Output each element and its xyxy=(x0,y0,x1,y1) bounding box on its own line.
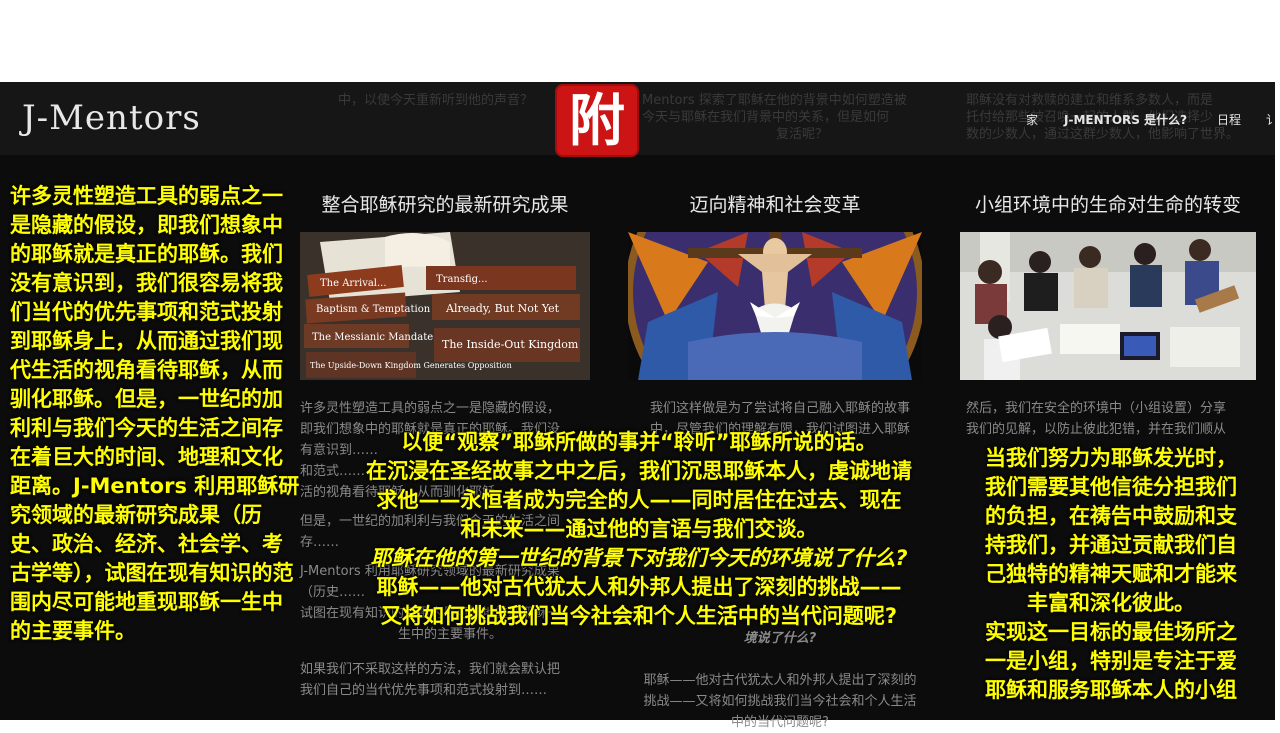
card-label: Baptism & Temptation xyxy=(316,304,431,315)
overlay-center-text: 以便“观察”耶稣所做的事并“聆听”耶稣所说的话。 在沉浸在圣经故事之中之后，我们… xyxy=(318,428,960,631)
small-group-illustration xyxy=(960,232,1256,380)
ghost-text: 耶稣没有对救赎的建立和维系多数人，而是 xyxy=(966,93,1214,108)
small-group-photo xyxy=(960,232,1256,380)
ghost-text: 复活呢？ xyxy=(776,127,829,142)
overlay-left-text: 许多灵性塑造工具的弱点之一是隐藏的假设，即我们想象中的耶稣就是真正的耶稣。我们没… xyxy=(10,184,300,643)
column-title-transformation: 迈向精神和社会变革 xyxy=(689,194,861,216)
cards-photo: The Arrival... Baptism & Temptation The … xyxy=(300,232,590,380)
menu-item-about[interactable]: J-MENTORS 是什么? xyxy=(1064,111,1187,128)
overlay-center-question: 耶稣在他的第一世纪的背景下对我们今天的环境说了什么? xyxy=(370,546,908,570)
overlay-right-text: 当我们努力为耶稣发光时， 我们需要其他信徒分担我们 的负担，在祷告中鼓励和支 持… xyxy=(985,446,1237,702)
top-margin xyxy=(0,0,1280,82)
column-title-small-group: 小组环境中的生命对生命的转变 xyxy=(974,194,1241,216)
card-label: The Upside-Down Kingdom Generates Opposi… xyxy=(310,361,512,370)
ghost-text: 数的少数人，通过这群少数人，他影响了世界。 xyxy=(966,127,1240,142)
card-label: The Messianic Mandate xyxy=(312,332,433,343)
column-body-small-group: 然后，我们在安全的环境中（小组设置）分享 我们的见解，以防止彼此犯错，并在我们顺… xyxy=(966,401,1227,437)
menu-item-schedule[interactable]: 日程 xyxy=(1217,111,1241,128)
stained-glass-photo xyxy=(628,232,922,380)
card-label: The Inside-Out Kingdom xyxy=(442,338,579,351)
ghost-text: Mentors 探索了耶稣在他的背景中如何塑造被 xyxy=(642,93,907,108)
menu-item-home[interactable]: 家 xyxy=(1026,111,1038,128)
card-label: Already, But Not Yet xyxy=(445,302,560,315)
stained-glass-illustration xyxy=(628,232,922,380)
column-title-research: 整合耶稣研究的最新研究成果 xyxy=(321,194,569,216)
ghost-text: 中，以使今天重新听到他的声音？ xyxy=(338,93,534,108)
menu-item-more[interactable]: 讠 xyxy=(1266,111,1275,128)
card-label: Transfig... xyxy=(436,274,488,285)
site-logo[interactable]: J-Mentors xyxy=(22,98,201,138)
card-label: The Arrival... xyxy=(320,278,387,289)
ghost-text: 今天与耶稣在我们背景中的关系，但是如何 xyxy=(642,110,890,125)
appendix-badge: 附 xyxy=(555,84,639,157)
cards-illustration: The Arrival... Baptism & Temptation The … xyxy=(300,232,590,380)
